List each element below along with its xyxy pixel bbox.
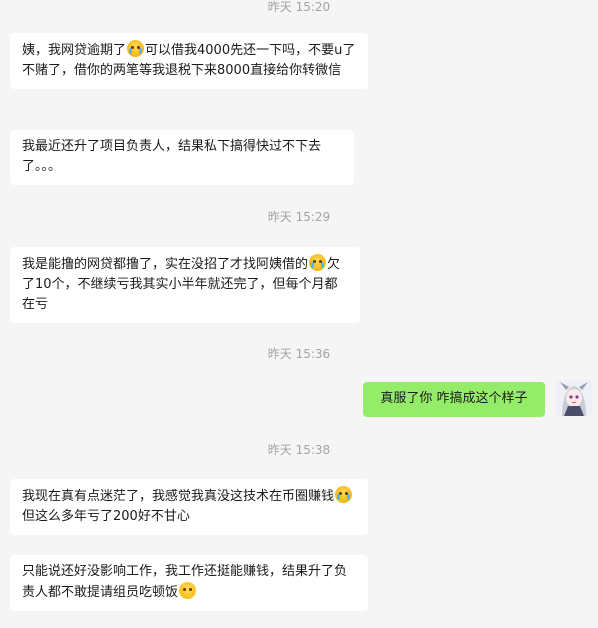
user-avatar[interactable]	[556, 380, 592, 416]
message-text: 我最近还升了项目负责人，结果私下搞得快过不下去了。。。	[22, 139, 322, 174]
chat-message-list[interactable]: 昨天 15:20 姨，我网贷逾期了 可以借我4000先还一下吗，不要u了不赌了，借…	[0, 0, 598, 628]
message-text: 我是能撸的网贷都撸了，实在没招了才找阿姨借的	[22, 257, 309, 272]
message-bubble[interactable]: 我最近还升了项目负责人，结果私下搞得快过不下去了。。。	[10, 130, 354, 185]
timestamp: 昨天 15:20	[267, 0, 331, 14]
message-incoming[interactable]: 我现在真有点迷茫了，我感觉我真没这技术在币圈赚钱 但这么多年亏了200好不甘心	[10, 479, 368, 535]
message-text: 但这么多年亏了200好不甘心	[22, 509, 190, 524]
message-text: 我现在真有点迷茫了，我感觉我真没这技术在币圈赚钱	[22, 489, 335, 504]
message-bubble[interactable]: 只能说还好没影响工作，我工作还挺能赚钱，结果升了负责人都不敢提请组员吃顿饭	[10, 555, 368, 611]
sad-face-icon	[179, 582, 197, 599]
timestamp: 昨天 15:38	[267, 443, 331, 457]
message-outgoing[interactable]: 真服了你 咋搞成这个样子	[363, 382, 545, 417]
message-incoming[interactable]: 姨，我网贷逾期了 可以借我4000先还一下吗，不要u了不赌了，借你的两笔等我退税下…	[10, 33, 368, 89]
message-incoming[interactable]: 我是能撸的网贷都撸了，实在没招了才找阿姨借的 欠了10个，不继续亏我其实小半年就还…	[10, 247, 360, 323]
message-bubble[interactable]: 我是能撸的网贷都撸了，实在没招了才找阿姨借的 欠了10个，不继续亏我其实小半年就还…	[10, 247, 360, 323]
crying-face-icon	[309, 254, 327, 271]
crying-face-icon	[127, 40, 145, 57]
crying-face-icon	[335, 486, 353, 503]
timestamp: 昨天 15:36	[267, 347, 331, 361]
message-incoming[interactable]: 我最近还升了项目负责人，结果私下搞得快过不下去了。。。	[10, 130, 354, 185]
message-bubble[interactable]: 我现在真有点迷茫了，我感觉我真没这技术在币圈赚钱 但这么多年亏了200好不甘心	[10, 479, 368, 535]
message-text: 真服了你 咋搞成这个样子	[380, 391, 528, 406]
message-text: 姨，我网贷逾期了	[22, 43, 127, 58]
message-bubble[interactable]: 真服了你 咋搞成这个样子	[363, 382, 545, 417]
message-bubble[interactable]: 姨，我网贷逾期了 可以借我4000先还一下吗，不要u了不赌了，借你的两笔等我退税下…	[10, 33, 368, 89]
timestamp: 昨天 15:29	[267, 210, 331, 224]
message-incoming[interactable]: 只能说还好没影响工作，我工作还挺能赚钱，结果升了负责人都不敢提请组员吃顿饭	[10, 555, 368, 611]
